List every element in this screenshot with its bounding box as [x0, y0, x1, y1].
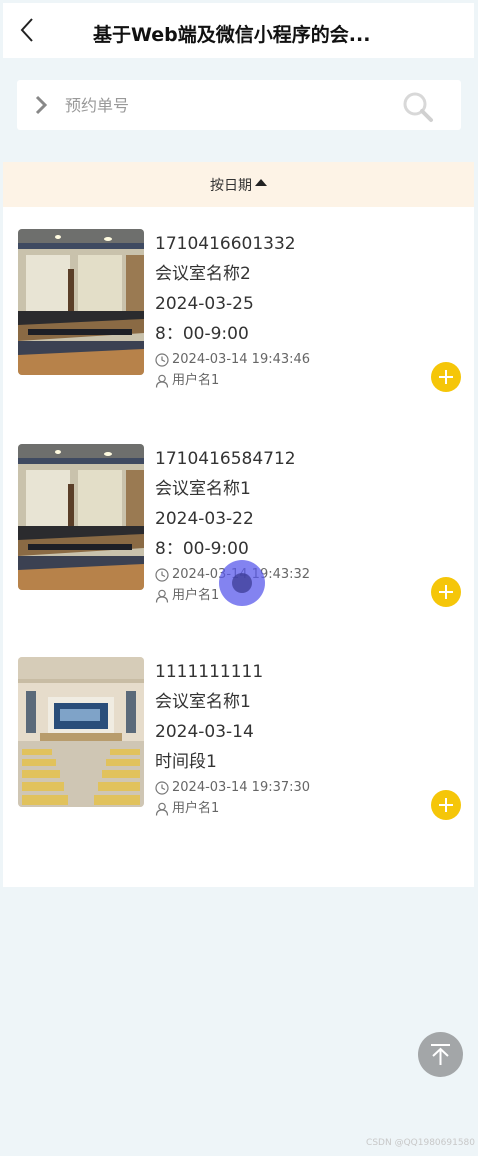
clock-icon: [155, 780, 169, 795]
back-icon[interactable]: [17, 17, 39, 43]
chevron-right-icon: [33, 94, 49, 116]
meeting-room-photo: [18, 444, 144, 590]
order-number: 1710416601332: [155, 234, 296, 254]
clock-icon: [155, 352, 169, 367]
search-area: [3, 58, 474, 162]
arrow-up-to-top-icon[interactable]: [418, 1032, 463, 1077]
reservation-info: 1710416601332 会议室名称2 2024-03-25 8：00-9:0…: [155, 229, 415, 391]
page-title: 基于Web端及微信小程序的会...: [93, 24, 371, 46]
search-box: [17, 80, 461, 130]
reservation-date: 2024-03-25: [155, 294, 254, 314]
room-name: 会议室名称2: [155, 264, 251, 284]
created-at: 2024-03-14 19:43:32: [155, 564, 415, 585]
user-name: 用户名1: [172, 588, 220, 603]
time-slot: 8：00-9:00: [155, 324, 249, 344]
user-name: 用户名1: [172, 373, 220, 388]
user-icon: [155, 374, 169, 388]
time-slot: 8：00-9:00: [155, 539, 249, 559]
user: 用户名1: [155, 585, 415, 606]
user-name: 用户名1: [172, 801, 220, 816]
watermark: CSDN @QQ1980691580: [366, 1138, 475, 1148]
time-slot: 时间段1: [155, 752, 217, 772]
created-at: 2024-03-14 19:43:46: [155, 349, 415, 370]
reservation-info: 1111111111 会议室名称1 2024-03-14 时间段1 2024-0…: [155, 657, 415, 819]
reservation-card[interactable]: 1111111111 会议室名称1 2024-03-14 时间段1 2024-0…: [3, 657, 474, 857]
order-number: 1710416584712: [155, 449, 296, 469]
user: 用户名1: [155, 798, 415, 819]
room-name: 会议室名称1: [155, 479, 251, 499]
touch-indicator: [219, 560, 265, 606]
meeting-room-photo: [18, 229, 144, 375]
auditorium-photo: [18, 657, 144, 807]
created-at: 2024-03-14 19:37:30: [155, 777, 415, 798]
user-icon: [155, 802, 169, 816]
app-header: 基于Web端及微信小程序的会...: [3, 3, 474, 58]
plus-icon[interactable]: [431, 790, 461, 820]
search-icon[interactable]: [401, 90, 435, 124]
plus-icon[interactable]: [431, 577, 461, 607]
reservation-list: 1710416601332 会议室名称2 2024-03-25 8：00-9:0…: [3, 207, 474, 887]
sort-by-date-button[interactable]: 按日期: [3, 162, 474, 207]
plus-icon[interactable]: [431, 362, 461, 392]
sort-label: 按日期: [210, 177, 252, 194]
room-name: 会议室名称1: [155, 692, 251, 712]
reservation-card[interactable]: 1710416584712 会议室名称1 2024-03-22 8：00-9:0…: [3, 444, 474, 644]
search-input[interactable]: [65, 92, 385, 118]
reservation-date: 2024-03-14: [155, 722, 254, 742]
clock-icon: [155, 567, 169, 582]
reservation-card[interactable]: 1710416601332 会议室名称2 2024-03-25 8：00-9:0…: [3, 229, 474, 429]
reservation-date: 2024-03-22: [155, 509, 254, 529]
order-number: 1111111111: [155, 662, 264, 682]
user: 用户名1: [155, 370, 415, 391]
created-at-text: 2024-03-14 19:43:46: [172, 352, 311, 367]
caret-up-icon: [255, 179, 267, 186]
reservation-info: 1710416584712 会议室名称1 2024-03-22 8：00-9:0…: [155, 444, 415, 606]
created-at-text: 2024-03-14 19:37:30: [172, 780, 311, 795]
user-icon: [155, 589, 169, 603]
